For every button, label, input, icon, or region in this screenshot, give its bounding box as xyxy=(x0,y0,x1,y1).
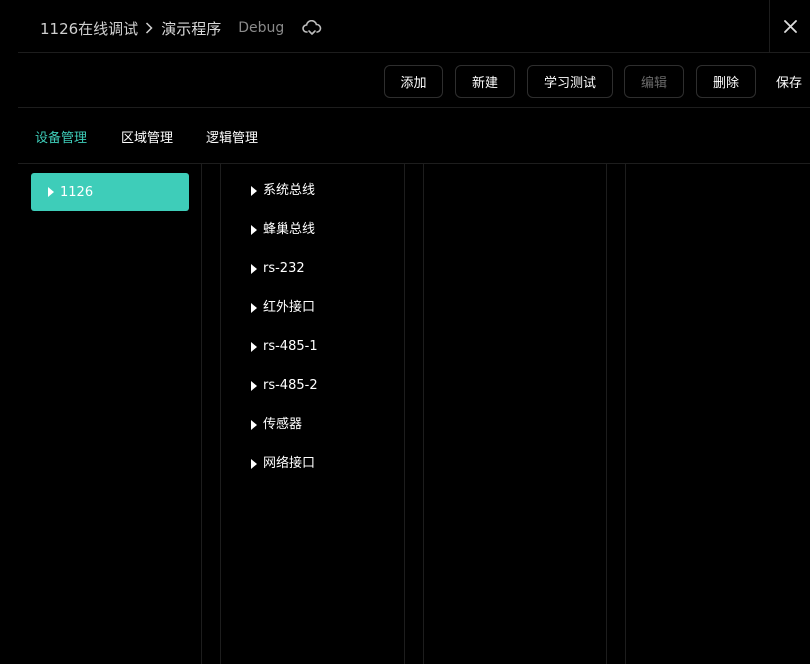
column-divider xyxy=(404,164,405,664)
interface-tree: 系统总线 蜂巢总线 rs-232 红外接口 rs-485-1 rs-485-2 … xyxy=(251,178,318,490)
tree-item-label: 红外接口 xyxy=(263,300,316,315)
toolbar: 添加 新建 学习测试 编辑 删除 保存 xyxy=(18,54,810,108)
column-divider xyxy=(606,164,607,664)
window-edge xyxy=(0,0,18,664)
tree-item-label: rs-232 xyxy=(263,261,305,276)
caret-right-icon xyxy=(48,187,54,197)
tree-item-label: rs-485-1 xyxy=(263,339,318,354)
breadcrumb-project[interactable]: 1126在线调试 xyxy=(40,18,138,39)
tree-item-label: 系统总线 xyxy=(263,183,316,198)
chevron-right-icon xyxy=(145,22,153,34)
column-divider xyxy=(625,164,626,664)
tree-item-label: rs-485-2 xyxy=(263,378,318,393)
tree-item-rs-485-1[interactable]: rs-485-1 xyxy=(251,334,318,373)
column-divider xyxy=(220,164,221,664)
close-button[interactable] xyxy=(769,0,810,53)
tree-item-rs-485-2[interactable]: rs-485-2 xyxy=(251,373,318,412)
tree-item-label: 传感器 xyxy=(263,417,303,432)
close-icon xyxy=(783,20,797,33)
caret-right-icon xyxy=(251,225,257,235)
add-button[interactable]: 添加 xyxy=(384,65,443,98)
title-bar: 1126在线调试 演示程序 Debug xyxy=(18,0,810,53)
edit-button[interactable]: 编辑 xyxy=(624,65,684,98)
tree-item-system-bus[interactable]: 系统总线 xyxy=(251,178,318,217)
tree-item-label: 网络接口 xyxy=(263,456,316,471)
caret-right-icon xyxy=(251,342,257,352)
caret-right-icon xyxy=(251,264,257,274)
column-divider xyxy=(423,164,424,664)
device-item-label: 1126 xyxy=(60,184,94,200)
delete-button[interactable]: 删除 xyxy=(696,65,756,98)
tree-item-sensor[interactable]: 传感器 xyxy=(251,412,318,451)
breadcrumb: 1126在线调试 演示程序 Debug xyxy=(40,17,322,39)
caret-right-icon xyxy=(251,459,257,469)
tree-item-hive-bus[interactable]: 蜂巢总线 xyxy=(251,217,318,256)
caret-right-icon xyxy=(251,381,257,391)
tree-item-network[interactable]: 网络接口 xyxy=(251,451,318,490)
caret-right-icon xyxy=(251,420,257,430)
tab-logic-management[interactable]: 逻辑管理 xyxy=(206,127,258,146)
tab-device-management[interactable]: 设备管理 xyxy=(35,127,87,146)
breadcrumb-program: 演示程序 xyxy=(161,19,222,38)
tree-item-infrared[interactable]: 红外接口 xyxy=(251,295,318,334)
new-button[interactable]: 新建 xyxy=(455,65,515,98)
caret-right-icon xyxy=(251,303,257,313)
column-divider xyxy=(201,164,202,664)
tree-item-rs-232[interactable]: rs-232 xyxy=(251,256,318,295)
device-item-1126[interactable]: 1126 xyxy=(31,173,189,211)
caret-right-icon xyxy=(251,186,257,196)
save-button[interactable]: 保存 xyxy=(776,65,802,98)
debug-window: 1126在线调试 演示程序 Debug 添加 新建 学习测试 编辑 删除 保存 xyxy=(0,0,810,664)
tab-area-management[interactable]: 区域管理 xyxy=(121,127,173,146)
learn-test-button[interactable]: 学习测试 xyxy=(527,65,613,98)
tree-item-label: 蜂巢总线 xyxy=(263,222,316,237)
tab-bar: 设备管理 区域管理 逻辑管理 xyxy=(18,109,810,164)
debug-mode-label: Debug xyxy=(238,20,285,36)
cloud-sync-icon[interactable] xyxy=(302,20,322,36)
